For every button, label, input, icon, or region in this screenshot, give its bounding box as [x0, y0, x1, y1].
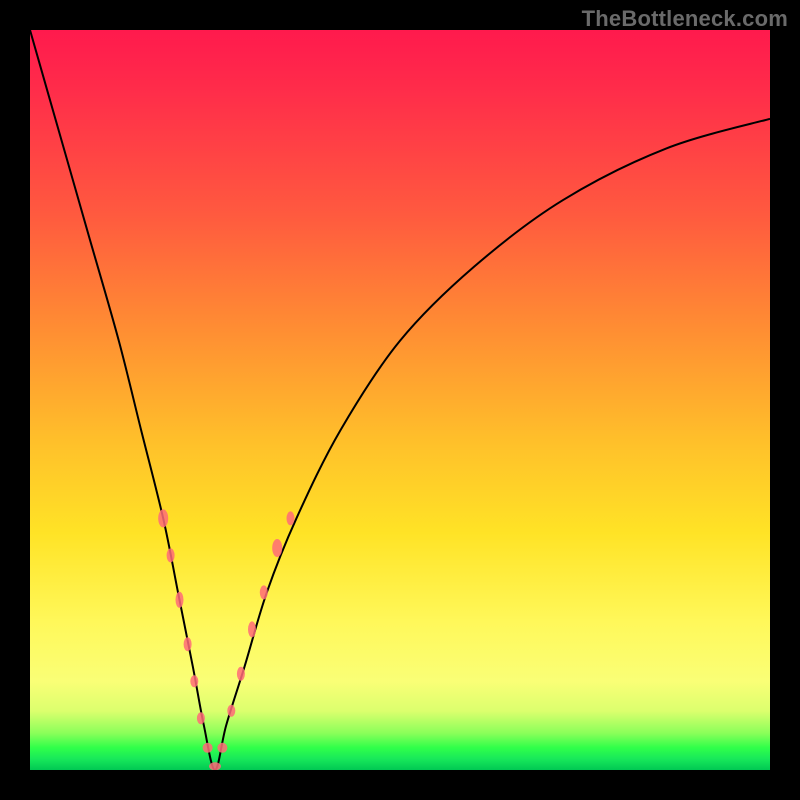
outer-frame: TheBottleneck.com: [0, 0, 800, 800]
curve-marker: [227, 705, 235, 717]
curve-marker: [217, 743, 227, 753]
curve-marker: [260, 585, 268, 599]
curve-marker: [158, 509, 168, 527]
curve-marker: [176, 592, 184, 608]
curve-markers: [158, 509, 294, 770]
watermark-text: TheBottleneck.com: [582, 6, 788, 32]
curve-marker: [209, 762, 221, 770]
curve-marker: [197, 712, 205, 724]
curve-marker: [184, 637, 192, 651]
plot-area: [30, 30, 770, 770]
curve-marker: [287, 511, 295, 525]
curve-marker: [167, 548, 175, 562]
curve-marker: [237, 667, 245, 681]
curve-marker: [203, 743, 213, 753]
curve-marker: [272, 539, 282, 557]
curve-marker: [248, 621, 256, 637]
bottleneck-curve: [30, 30, 770, 770]
chart-svg: [30, 30, 770, 770]
curve-marker: [190, 675, 198, 687]
